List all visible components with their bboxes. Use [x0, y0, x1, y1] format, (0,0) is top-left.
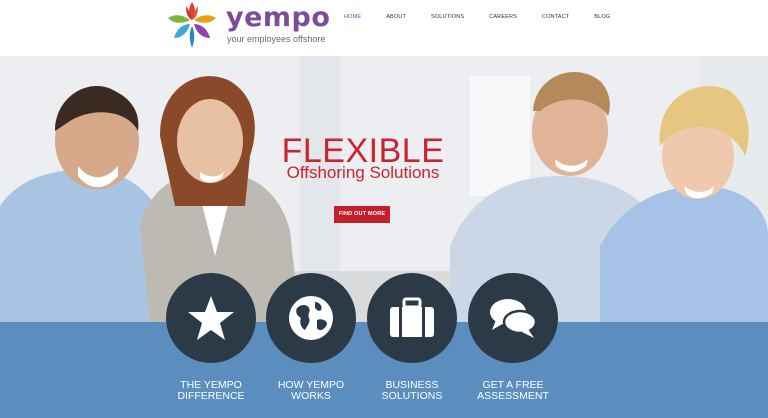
globe-icon: [289, 296, 333, 340]
feature-business-solutions-label[interactable]: BUSINESS SOLUTIONS: [362, 380, 462, 402]
feature-free-assessment-button[interactable]: [468, 273, 558, 363]
site-header: yempo your employees offshore HOME ABOUT…: [0, 0, 768, 56]
find-out-more-button[interactable]: FIND OUT MORE: [334, 206, 390, 223]
nav-home[interactable]: HOME: [344, 14, 361, 24]
feature-business-solutions-button[interactable]: [367, 273, 457, 363]
chat-bubbles-icon: [490, 299, 538, 338]
leaf-flower-icon: [168, 2, 216, 48]
main-nav: HOME ABOUT SOLUTIONS CAREERS CONTACT BLO…: [344, 14, 635, 24]
feature-how-it-works-label[interactable]: HOW YEMPO WORKS: [261, 380, 361, 402]
hero-subtitle: Offshoring Solutions: [286, 163, 440, 182]
feature-how-it-works-button[interactable]: [266, 273, 356, 363]
logo[interactable]: yempo your employees offshore: [164, 0, 334, 54]
feature-difference-button[interactable]: [166, 273, 256, 363]
logo-tagline: your employees offshore: [227, 34, 326, 44]
feature-difference-label[interactable]: THE YEMPO DIFFERENCE: [161, 380, 261, 402]
nav-solutions[interactable]: SOLUTIONS: [431, 14, 464, 24]
logo-wordmark: yempo: [226, 2, 331, 33]
nav-contact[interactable]: CONTACT: [542, 14, 569, 24]
feature-free-assessment-label[interactable]: GET A FREE ASSESSMENT: [463, 380, 563, 402]
briefcase-icon: [390, 297, 434, 337]
nav-careers[interactable]: CAREERS: [489, 14, 517, 24]
star-icon: [188, 296, 234, 340]
nav-about[interactable]: ABOUT: [386, 14, 406, 24]
nav-blog[interactable]: BLOG: [594, 14, 610, 24]
